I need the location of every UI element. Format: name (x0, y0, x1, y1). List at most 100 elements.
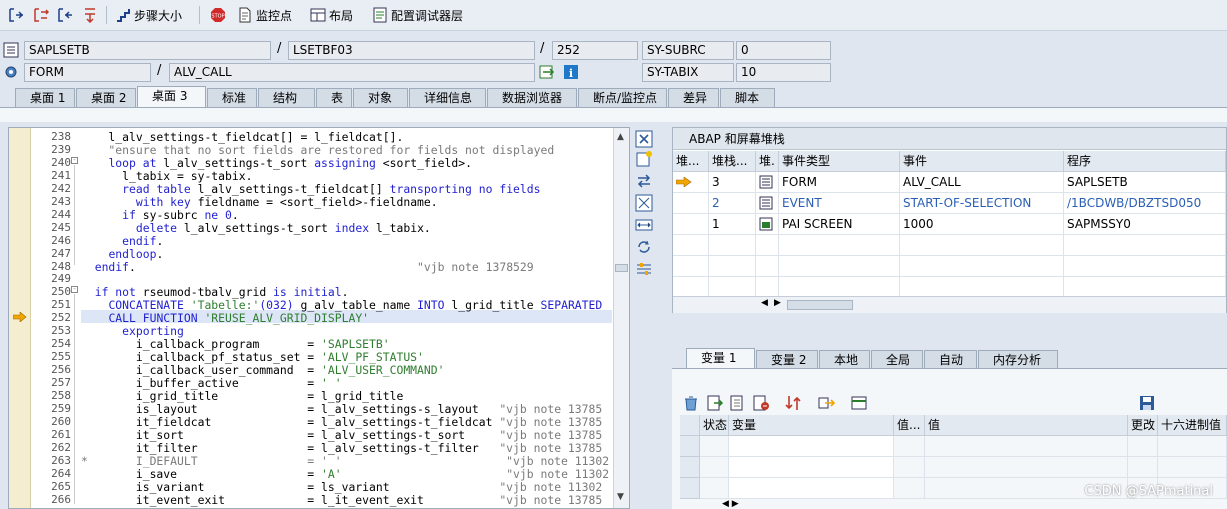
tab-8[interactable]: 详细信息 (409, 88, 486, 108)
stack-header-event[interactable]: 事件 (900, 151, 1064, 172)
tabix-value[interactable]: 10 (736, 63, 831, 82)
tab-6[interactable]: 表 (316, 88, 352, 108)
transfer-icon[interactable] (817, 394, 835, 412)
stack-header-event-type[interactable]: 事件类型 (779, 151, 900, 172)
var-cell[interactable] (729, 478, 894, 499)
settings-tool-icon[interactable] (635, 260, 653, 278)
fold-marker-icon[interactable]: - (71, 286, 78, 293)
stack-cell[interactable]: START-OF-SELECTION (900, 193, 1064, 214)
var-header-5[interactable]: 更改 (1128, 415, 1158, 436)
var-tab-4[interactable]: 全局 (871, 350, 923, 370)
tab-12[interactable]: 脚本 (720, 88, 775, 108)
stack-cell[interactable] (673, 172, 709, 193)
stack-cell[interactable]: 1000 (900, 214, 1064, 235)
var-header-3[interactable]: 值... (894, 415, 925, 436)
row-selector[interactable] (680, 457, 700, 478)
stack-cell[interactable] (756, 214, 779, 235)
stack-cell[interactable]: SAPMSSY0 (1064, 214, 1226, 235)
tab-3[interactable]: 桌面 3 (137, 86, 206, 108)
sort-icon[interactable] (784, 394, 802, 412)
stack-cell[interactable] (756, 172, 779, 193)
var-header-4[interactable]: 值 (925, 415, 1128, 436)
code-scrollbar[interactable]: ▲ ▼ (613, 128, 629, 508)
tab-9[interactable]: 数据浏览器 (487, 88, 577, 108)
stack-header-program[interactable]: 程序 (1064, 151, 1226, 172)
scroll-down-icon[interactable]: ▼ (617, 492, 624, 502)
stack-cell[interactable]: ALV_CALL (900, 172, 1064, 193)
stack-cell[interactable]: 2 (709, 193, 756, 214)
tab-4[interactable]: 标准 (207, 88, 257, 108)
stack-hscrollbar[interactable]: ◀ ▶ (673, 296, 1226, 313)
config-layers-button[interactable]: 配置调试器层 (372, 5, 463, 25)
scroll-thumb[interactable] (615, 264, 628, 272)
layout-button[interactable]: 布局 (310, 5, 353, 25)
event-name-field[interactable]: ALV_CALL (169, 63, 535, 82)
step-into-icon[interactable] (8, 7, 24, 23)
scroll-up-icon[interactable]: ▲ (617, 132, 624, 142)
tab-10[interactable]: 断点/监控点 (578, 88, 667, 108)
import-icon[interactable] (729, 394, 747, 412)
h-scroll-thumb[interactable] (787, 300, 853, 310)
tab-2[interactable]: 桌面 2 (76, 88, 136, 108)
var-cell[interactable] (729, 436, 894, 457)
var-header-2[interactable]: 变量 (729, 415, 894, 436)
filter-icon[interactable] (850, 394, 868, 412)
watchpoint-button[interactable]: 监控点 (237, 5, 292, 25)
var-tab-2[interactable]: 变量 2 (756, 350, 818, 370)
stack-cell[interactable]: SAPLSETB (1064, 172, 1226, 193)
tab-7[interactable]: 对象 (353, 88, 408, 108)
event-type-field[interactable]: FORM (24, 63, 151, 82)
row-selector[interactable] (680, 436, 700, 457)
stack-cell[interactable] (673, 214, 709, 235)
stop-button[interactable]: STOP (210, 5, 229, 25)
new-tool-icon[interactable] (635, 150, 653, 168)
subrc-value[interactable]: 0 (736, 41, 831, 60)
var-tab-3[interactable]: 本地 (819, 350, 870, 370)
stack-header-level[interactable]: 堆栈... (709, 151, 756, 172)
var-tab-5[interactable]: 自动 (924, 350, 977, 370)
resize-tool-icon[interactable] (635, 216, 653, 234)
scroll-left-icon[interactable]: ◀ (761, 298, 768, 308)
refresh-tool-icon[interactable] (635, 238, 653, 256)
stack-cell[interactable]: EVENT (779, 193, 900, 214)
step-size-button[interactable]: 步骤大小 (115, 5, 182, 25)
stack-cell[interactable]: FORM (779, 172, 900, 193)
step-over-icon[interactable] (33, 7, 49, 23)
tab-1[interactable]: 桌面 1 (15, 88, 75, 108)
close-tool-icon[interactable] (635, 130, 653, 148)
var-header-1[interactable]: 状态 (700, 415, 729, 436)
tab-11[interactable]: 差异 (668, 88, 719, 108)
stack-cell[interactable]: /1BCDWB/DBZTSD050 (1064, 193, 1226, 214)
maximize-tool-icon[interactable] (635, 194, 653, 212)
grid-corner[interactable] (680, 415, 700, 436)
include-field[interactable]: LSETBF03 (288, 41, 535, 60)
tab-5[interactable]: 结构 (258, 88, 315, 108)
stack-header-type-icon[interactable]: 堆. (756, 151, 779, 172)
swap-tool-icon[interactable] (635, 172, 653, 190)
stack-cell[interactable]: 3 (709, 172, 756, 193)
stack-cell[interactable] (673, 193, 709, 214)
stack-cell[interactable]: PAI SCREEN (779, 214, 900, 235)
stack-cell[interactable]: 1 (709, 214, 756, 235)
var-header-6[interactable]: 十六进制值 (1158, 415, 1227, 436)
delete-icon[interactable] (682, 394, 700, 412)
row-selector[interactable] (680, 478, 700, 499)
program-field[interactable]: SAPLSETB (24, 41, 271, 60)
step-return-icon[interactable] (57, 7, 73, 23)
var-cell[interactable] (729, 457, 894, 478)
var-tab-6[interactable]: 内存分析 (978, 350, 1058, 370)
scroll-right-icon[interactable]: ▶ (774, 298, 781, 308)
info-icon[interactable]: i (563, 64, 579, 80)
stack-cell[interactable] (756, 193, 779, 214)
stack-header-level-marker[interactable]: 堆... (673, 151, 709, 172)
display-icon[interactable] (706, 394, 724, 412)
delete-entry-icon[interactable] (752, 394, 770, 412)
line-field[interactable]: 252 (552, 41, 638, 60)
fold-marker-icon[interactable]: - (71, 157, 78, 164)
source-code-panel[interactable]: 238 l_alv_settings-t_fieldcat[] = l_fiel… (8, 127, 630, 509)
scroll-left-icon[interactable]: ◀ ▶ (722, 499, 739, 509)
navigate-icon[interactable] (539, 64, 555, 80)
var-tab-1[interactable]: 变量 1 (686, 348, 755, 370)
continue-icon[interactable] (82, 7, 98, 23)
save-icon[interactable] (1138, 394, 1156, 412)
